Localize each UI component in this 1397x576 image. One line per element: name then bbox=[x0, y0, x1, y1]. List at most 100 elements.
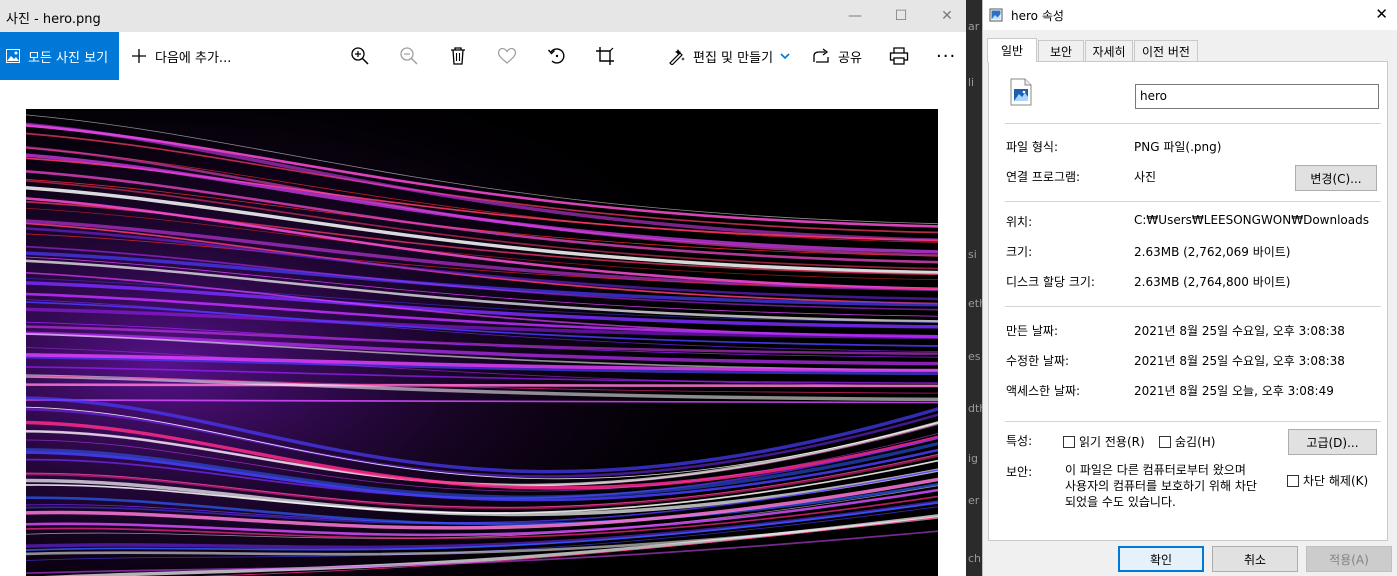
security-text-line: 되었을 수도 있습니다. bbox=[1065, 495, 1176, 509]
bg-fragment: ig bbox=[968, 452, 979, 465]
image-file-icon bbox=[989, 8, 1003, 22]
modified-value: 2021년 8월 25일 수요일, 오후 3:08:38 bbox=[1134, 354, 1345, 368]
add-to-button[interactable]: 다음에 추가... bbox=[131, 32, 231, 80]
share-button[interactable]: 공유 bbox=[813, 32, 862, 80]
ok-button[interactable]: 확인 bbox=[1118, 546, 1204, 572]
bg-fragment: li bbox=[968, 76, 975, 89]
cancel-button[interactable]: 취소 bbox=[1212, 546, 1298, 572]
apply-button[interactable]: 적용(A) bbox=[1306, 546, 1392, 572]
size-on-disk-label: 디스크 할당 크기: bbox=[1006, 275, 1095, 289]
photo-icon bbox=[6, 49, 20, 63]
zoom-out-button[interactable] bbox=[397, 44, 421, 68]
minimize-button[interactable]: — bbox=[832, 0, 878, 32]
security-text-line: 사용자의 컴퓨터를 보호하기 위해 차단 bbox=[1065, 479, 1257, 493]
change-program-button[interactable]: 변경(C)... bbox=[1295, 165, 1377, 191]
security-warning-text: 이 파일은 다른 컴퓨터로부터 왔으며 사용자의 컴퓨터를 보호하기 위해 차단… bbox=[1065, 462, 1285, 510]
edit-create-button[interactable]: 편집 및 만들기 bbox=[668, 32, 790, 80]
size-value: 2.63MB (2,762,069 바이트) bbox=[1134, 245, 1291, 259]
add-to-label: 다음에 추가... bbox=[155, 50, 232, 66]
opens-with-label: 연결 프로그램: bbox=[1006, 170, 1081, 184]
checkbox-box[interactable] bbox=[1287, 474, 1299, 487]
created-label: 만든 날짜: bbox=[1006, 324, 1059, 338]
share-label: 공유 bbox=[838, 50, 862, 66]
general-tab-panel: hero 파일 형식: PNG 파일(.png) 연결 프로그램: 사진 변경(… bbox=[988, 61, 1388, 541]
security-text-line: 이 파일은 다른 컴퓨터로부터 왔으며 bbox=[1065, 463, 1246, 477]
modified-label: 수정한 날짜: bbox=[1006, 354, 1070, 368]
delete-button[interactable] bbox=[446, 44, 470, 68]
tab-security[interactable]: 보안 bbox=[1038, 40, 1084, 61]
divider bbox=[1005, 306, 1381, 307]
zoom-in-icon bbox=[351, 47, 369, 65]
divider bbox=[1005, 201, 1381, 202]
location-label: 위치: bbox=[1006, 215, 1033, 229]
attributes-label: 특성: bbox=[1006, 434, 1033, 448]
bg-fragment: eth bbox=[968, 297, 982, 310]
photos-titlebar: 사진 - hero.png — ☐ ✕ bbox=[0, 0, 966, 32]
properties-dialog: hero 속성 ✕ 일반 보안 자세히 이전 버전 hero 파일 형식: PN… bbox=[982, 0, 1397, 576]
bg-fragment: ch bbox=[968, 552, 982, 565]
photos-toolbar: 모든 사진 보기 다음에 추가... 편집 및 만들기 공유 ··· bbox=[0, 32, 966, 80]
share-icon bbox=[813, 48, 829, 63]
created-value: 2021년 8월 25일 수요일, 오후 3:08:38 bbox=[1134, 324, 1345, 338]
photos-window-title: 사진 - hero.png bbox=[6, 12, 101, 27]
dialog-close-button[interactable]: ✕ bbox=[1375, 5, 1388, 23]
security-label: 보안: bbox=[1006, 465, 1033, 479]
print-icon bbox=[889, 47, 909, 65]
hero-image bbox=[26, 109, 938, 576]
edit-create-icon bbox=[669, 49, 685, 65]
bg-fragment: si bbox=[968, 248, 977, 261]
location-value: C:₩Users₩LEESONGWON₩Downloads bbox=[1134, 213, 1369, 227]
hidden-checkbox[interactable]: 숨김(H) bbox=[1159, 433, 1215, 450]
zoom-out-icon bbox=[400, 47, 418, 65]
file-type-value: PNG 파일(.png) bbox=[1134, 140, 1222, 154]
rotate-button[interactable] bbox=[545, 44, 569, 68]
divider bbox=[1005, 123, 1381, 124]
more-options-button[interactable]: ··· bbox=[936, 46, 956, 67]
accessed-label: 액세스한 날짜: bbox=[1006, 384, 1081, 398]
file-type-label: 파일 형식: bbox=[1006, 140, 1059, 154]
zoom-in-button[interactable] bbox=[348, 44, 372, 68]
close-button[interactable]: ✕ bbox=[924, 0, 966, 32]
tab-previous-versions[interactable]: 이전 버전 bbox=[1134, 40, 1198, 61]
bg-fragment: er bbox=[968, 494, 980, 507]
bg-fragment: ar bbox=[968, 20, 980, 33]
readonly-checkbox[interactable]: 읽기 전용(R) bbox=[1063, 433, 1145, 450]
delete-icon bbox=[451, 47, 465, 65]
crop-icon bbox=[596, 47, 614, 65]
photos-app-window: 사진 - hero.png — ☐ ✕ 모든 사진 보기 다음에 추가... 편… bbox=[0, 0, 966, 576]
all-photos-label: 모든 사진 보기 bbox=[28, 50, 109, 66]
all-photos-button[interactable]: 모든 사진 보기 bbox=[0, 32, 119, 80]
bg-fragment: dth bbox=[968, 402, 982, 415]
print-button[interactable] bbox=[887, 44, 911, 68]
maximize-button[interactable]: ☐ bbox=[878, 0, 924, 32]
tab-general[interactable]: 일반 bbox=[987, 38, 1037, 62]
plus-icon bbox=[132, 49, 146, 63]
background-window-strip: ar li si eth es dth ig er ch bbox=[966, 0, 982, 576]
opens-with-value: 사진 bbox=[1134, 170, 1157, 184]
size-on-disk-value: 2.63MB (2,764,800 바이트) bbox=[1134, 275, 1291, 289]
crop-button[interactable] bbox=[593, 44, 617, 68]
file-name-field[interactable]: hero bbox=[1135, 84, 1379, 109]
hidden-label: 숨김(H) bbox=[1175, 435, 1216, 449]
unblock-label: 차단 해제(K) bbox=[1303, 474, 1369, 488]
bg-fragment: es bbox=[968, 350, 981, 363]
rotate-icon bbox=[547, 48, 565, 64]
checkbox-box[interactable] bbox=[1063, 435, 1075, 448]
photo-display[interactable] bbox=[26, 109, 938, 576]
readonly-label: 읽기 전용(R) bbox=[1079, 435, 1145, 449]
accessed-value: 2021년 8월 25일 오늘, 오후 3:08:49 bbox=[1134, 384, 1334, 398]
light-streak bbox=[26, 383, 938, 388]
tab-details[interactable]: 자세히 bbox=[1085, 40, 1133, 61]
properties-titlebar: hero 속성 ✕ bbox=[983, 0, 1397, 30]
unblock-checkbox[interactable]: 차단 해제(K) bbox=[1287, 472, 1368, 489]
png-file-icon bbox=[1010, 78, 1032, 106]
chevron-down-icon bbox=[780, 53, 790, 60]
properties-title: hero 속성 bbox=[1011, 9, 1064, 23]
favorite-icon bbox=[497, 47, 517, 64]
edit-create-label: 편집 및 만들기 bbox=[693, 50, 774, 66]
size-label: 크기: bbox=[1006, 245, 1033, 259]
divider bbox=[1005, 421, 1381, 422]
favorite-button[interactable] bbox=[495, 44, 519, 68]
checkbox-box[interactable] bbox=[1159, 435, 1171, 448]
advanced-button[interactable]: 고급(D)... bbox=[1288, 429, 1377, 455]
